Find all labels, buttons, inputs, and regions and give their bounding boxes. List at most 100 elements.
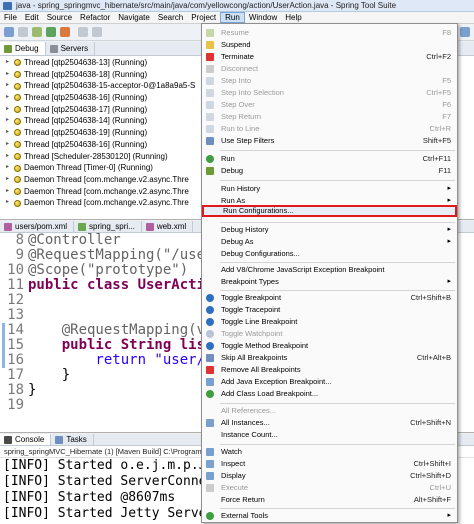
expand-icon[interactable]: ▸: [6, 174, 11, 186]
window-title-bar: java - spring_springmvc_hibernate/src/ma…: [0, 0, 474, 12]
menu-item-step-into[interactable]: Step Into F5: [202, 75, 457, 87]
thread-label: Daemon Thread [com.mchange.v2.async.Thre: [24, 186, 189, 196]
tab-pom[interactable]: users/pom.xml: [0, 221, 75, 232]
menu-item-run-history[interactable]: Run History ▸: [202, 183, 457, 195]
expand-icon[interactable]: ▸: [6, 186, 11, 198]
menu-item-add-class-load-breakpoint[interactable]: Add Class Load Breakpoint...: [202, 388, 457, 400]
menu-item-skip-all-breakpoints[interactable]: Skip All Breakpoints Ctrl+Alt+B: [202, 352, 457, 364]
menu-item-debug-as[interactable]: Debug As ▸: [202, 236, 457, 248]
menu-search[interactable]: Search: [154, 12, 187, 23]
menu-item-disconnect[interactable]: Disconnect: [202, 63, 457, 75]
change-marker: [2, 353, 5, 368]
resume-icon: [206, 29, 214, 37]
expand-icon[interactable]: ▸: [6, 115, 11, 127]
menu-file[interactable]: File: [0, 12, 21, 23]
thread-label: Thread [qtp2504638-17] (Running): [24, 104, 148, 114]
menu-label: Toggle Watchpoint: [221, 329, 283, 338]
menu-accelerator: Ctrl+Alt+B: [416, 353, 451, 362]
expand-icon[interactable]: ▸: [6, 57, 11, 69]
menu-item-debug-history[interactable]: Debug History ▸: [202, 224, 457, 236]
menu-item-use-step-filters[interactable]: Use Step Filters Shift+F5: [202, 135, 457, 147]
expand-icon[interactable]: ▸: [6, 92, 11, 104]
line-text: public String list(): [28, 338, 231, 353]
menu-accelerator: Ctrl+F2: [426, 52, 451, 61]
menu-item-run-configurations[interactable]: Run Configurations...: [202, 205, 457, 217]
line-text: @RequestMapping(valu: [28, 323, 231, 338]
new-icon[interactable]: [4, 27, 14, 37]
menu-item-execute[interactable]: Execute Ctrl+U: [202, 482, 457, 494]
menu-item-all-instances[interactable]: All Instances... Ctrl+Shift+N: [202, 417, 457, 429]
menu-label: Display: [221, 471, 246, 480]
menu-item-watch[interactable]: Watch: [202, 446, 457, 458]
tab-spring[interactable]: spring_spri...: [74, 221, 142, 232]
tab-debug-label: Debug: [15, 44, 39, 53]
menu-item-suspend[interactable]: Suspend: [202, 39, 457, 51]
menu-source[interactable]: Source: [43, 12, 76, 23]
menu-refactor[interactable]: Refactor: [76, 12, 114, 23]
menu-item-step-into-selection[interactable]: Step Into Selection Ctrl+F5: [202, 87, 457, 99]
tab-debug[interactable]: Debug: [0, 42, 46, 55]
menu-navigate[interactable]: Navigate: [114, 12, 154, 23]
menu-run[interactable]: Run: [220, 12, 245, 23]
tab-servers[interactable]: Servers: [46, 42, 96, 55]
menu-item-inspect[interactable]: Inspect Ctrl+Shift+I: [202, 458, 457, 470]
debug-icon[interactable]: [32, 27, 42, 37]
menu-help[interactable]: Help: [281, 12, 305, 23]
menu-item-force-return[interactable]: Force Return Alt+Shift+F: [202, 494, 457, 506]
menu-item-terminate[interactable]: Terminate Ctrl+F2: [202, 51, 457, 63]
menu-item-toggle-method-breakpoint[interactable]: Toggle Method Breakpoint: [202, 340, 457, 352]
open-type-icon[interactable]: [92, 27, 102, 37]
expand-icon[interactable]: ▸: [6, 69, 11, 81]
expand-icon[interactable]: ▸: [6, 139, 11, 151]
menu-item-remove-all-breakpoints[interactable]: Remove All Breakpoints: [202, 364, 457, 376]
menu-accelerator: F7: [442, 112, 451, 121]
menu-item-add-java-exception-breakpoint[interactable]: Add Java Exception Breakpoint...: [202, 376, 457, 388]
expand-icon[interactable]: ▸: [6, 151, 11, 163]
menu-label: Resume: [221, 28, 249, 37]
menu-item-resume[interactable]: Resume F8: [202, 27, 457, 39]
menu-project[interactable]: Project: [187, 12, 220, 23]
menu-item-instance-count[interactable]: Instance Count...: [202, 429, 457, 441]
menu-item-display[interactable]: Display Ctrl+Shift+D: [202, 470, 457, 482]
menu-item-toggle-breakpoint[interactable]: Toggle Breakpoint Ctrl+Shift+B: [202, 292, 457, 304]
menu-item-breakpoint-types[interactable]: Breakpoint Types ▸: [202, 276, 457, 288]
expand-icon[interactable]: ▸: [6, 127, 11, 139]
menu-item-run[interactable]: Run Ctrl+F11: [202, 153, 457, 165]
menu-item-debug-configurations[interactable]: Debug Configurations...: [202, 248, 457, 260]
menu-label: Watch: [221, 447, 242, 456]
expand-icon[interactable]: ▸: [6, 162, 11, 174]
expand-icon[interactable]: ▸: [6, 104, 11, 116]
menu-item-step-over[interactable]: Step Over F6: [202, 99, 457, 111]
thread-label: Thread [Scheduler-28530120] (Running): [24, 151, 168, 161]
thread-icon: [14, 106, 21, 114]
menu-label: Force Return: [221, 495, 265, 504]
menu-item-debug[interactable]: Debug F11: [202, 165, 457, 177]
menu-item-step-return[interactable]: Step Return F7: [202, 111, 457, 123]
bug-icon: [4, 44, 12, 53]
expand-icon[interactable]: ▸: [6, 197, 11, 209]
menu-item-toggle-watchpoint[interactable]: Toggle Watchpoint: [202, 328, 457, 340]
expand-icon[interactable]: ▸: [6, 80, 11, 92]
external-tools-icon[interactable]: [60, 27, 70, 37]
search-icon[interactable]: [78, 27, 88, 37]
save-icon[interactable]: [18, 27, 28, 37]
perspective-icon[interactable]: [460, 27, 470, 37]
thread-icon: [14, 187, 21, 195]
tab-tasks[interactable]: Tasks: [51, 434, 94, 445]
menu-item-toggle-line-breakpoint[interactable]: Toggle Line Breakpoint: [202, 316, 457, 328]
line-number: 12: [7, 293, 24, 308]
menu-window[interactable]: Window: [245, 12, 281, 23]
menu-item-all-references[interactable]: All References...: [202, 405, 457, 417]
menu-edit[interactable]: Edit: [21, 12, 43, 23]
thread-icon: [14, 59, 21, 67]
run-icon[interactable]: [46, 27, 56, 37]
thread-icon: [14, 82, 21, 90]
menu-accelerator: Ctrl+F5: [426, 88, 451, 97]
menu-item-toggle-tracepoint[interactable]: Toggle Tracepoint: [202, 304, 457, 316]
menu-item-add-v8-breakpoint[interactable]: Add V8/Chrome JavaScript Exception Break…: [202, 264, 457, 276]
tab-spring-label: spring_spri...: [89, 222, 135, 231]
tab-webxml[interactable]: web.xml: [142, 221, 194, 232]
menu-item-run-to-line[interactable]: Run to Line Ctrl+R: [202, 123, 457, 135]
menu-item-external-tools[interactable]: External Tools ▸: [202, 510, 457, 522]
tab-console[interactable]: Console: [0, 434, 52, 445]
